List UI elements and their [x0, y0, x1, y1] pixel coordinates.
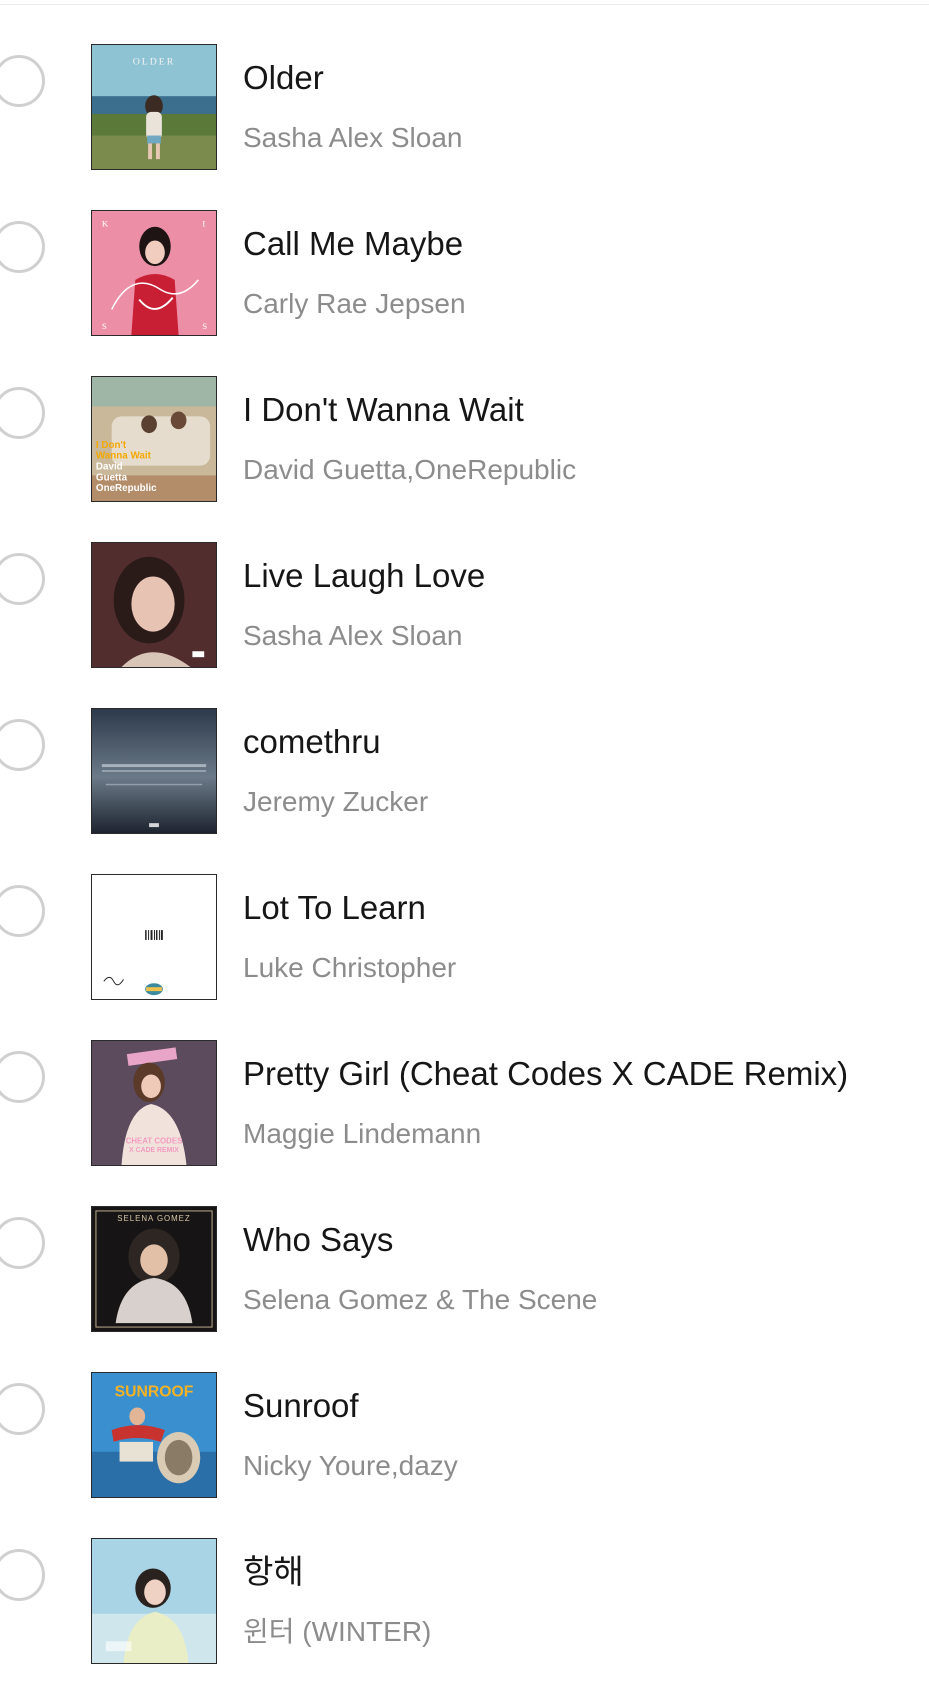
song-row-call-me-maybe[interactable]: K I S S Call Me Maybe Carly Rae Jepsen — [0, 166, 929, 336]
song-row-lot-to-learn[interactable]: Lot To Learn Luke Christopher — [0, 830, 929, 1000]
select-radio[interactable] — [0, 1549, 45, 1601]
song-artist: Sasha Alex Sloan — [243, 620, 463, 651]
select-radio[interactable] — [0, 221, 45, 273]
album-cover-comethru-icon — [91, 708, 217, 834]
select-radio[interactable] — [0, 553, 45, 605]
svg-text:SELENA GOMEZ: SELENA GOMEZ — [117, 1214, 190, 1223]
select-radio[interactable] — [0, 1217, 45, 1269]
album-cover-sunroof-icon: SUNROOF — [91, 1372, 217, 1498]
song-artist: Maggie Lindemann — [243, 1118, 482, 1149]
album-cover-live-laugh-love-icon — [91, 542, 217, 668]
album-cover-hanghae-icon — [91, 1538, 217, 1664]
album-cover-i-dont-wanna-wait-icon: I Don't Wanna Wait David Guetta OneRepub… — [91, 376, 217, 502]
album-cover-lot-to-learn-icon — [91, 874, 217, 1000]
song-artist: Nicky Youre,dazy — [243, 1450, 458, 1481]
svg-text:Guetta: Guetta — [96, 472, 128, 483]
song-row-pretty-girl[interactable]: CHEAT CODES X CADE REMIX Pretty Girl (Ch… — [0, 996, 929, 1166]
song-title: Sunroof — [243, 1387, 359, 1424]
song-title: Pretty Girl (Cheat Codes X CADE Remix) — [243, 1055, 849, 1092]
song-title: comethru — [243, 723, 381, 760]
song-row-i-dont-wanna-wait[interactable]: I Don't Wanna Wait David Guetta OneRepub… — [0, 332, 929, 502]
song-artist: Luke Christopher — [243, 952, 457, 983]
select-radio[interactable] — [0, 1051, 45, 1103]
svg-text:X CADE REMIX: X CADE REMIX — [129, 1147, 179, 1154]
select-radio[interactable] — [0, 55, 45, 107]
svg-text:CHEAT CODES: CHEAT CODES — [126, 1136, 183, 1145]
svg-text:K: K — [102, 219, 109, 229]
svg-text:S: S — [202, 321, 207, 331]
select-radio[interactable] — [0, 387, 45, 439]
svg-text:SUNROOF: SUNROOF — [115, 1384, 194, 1401]
song-title: Lot To Learn — [243, 889, 426, 926]
song-row-who-says[interactable]: SELENA GOMEZ Who Says Selena Gomez & The… — [0, 1162, 929, 1332]
album-cover-kiss-icon: K I S S — [91, 210, 217, 336]
album-cover-older-icon: OLDER — [91, 44, 217, 170]
svg-text:Wanna Wait: Wanna Wait — [96, 451, 152, 462]
song-artist: David Guetta,OneRepublic — [243, 454, 577, 485]
song-title: Live Laugh Love — [243, 557, 486, 594]
song-title: 항해 — [243, 1553, 304, 1590]
song-row-hanghae[interactable]: 항해 윈터 (WINTER) — [0, 1494, 929, 1664]
select-radio[interactable] — [0, 719, 45, 771]
select-radio[interactable] — [0, 1383, 45, 1435]
song-artist: 윈터 (WINTER) — [243, 1616, 432, 1647]
song-artist: Carly Rae Jepsen — [243, 288, 466, 319]
svg-text:OneRepublic: OneRepublic — [96, 483, 157, 494]
svg-text:David: David — [96, 462, 123, 473]
song-row-live-laugh-love[interactable]: Live Laugh Love Sasha Alex Sloan — [0, 498, 929, 668]
song-title: Who Says — [243, 1221, 394, 1258]
svg-text:I: I — [202, 219, 205, 229]
song-artist: Jeremy Zucker — [243, 786, 429, 817]
album-cover-who-says-icon: SELENA GOMEZ — [91, 1206, 217, 1332]
song-title: I Don't Wanna Wait — [243, 391, 524, 428]
svg-text:S: S — [102, 321, 107, 331]
song-row-comethru[interactable]: comethru Jeremy Zucker — [0, 664, 929, 834]
song-row-older[interactable]: OLDER Older Sasha Alex Sloan — [0, 0, 929, 170]
svg-text:I Don't: I Don't — [96, 440, 127, 451]
song-row-sunroof[interactable]: SUNROOF Sunroof Nicky Youre,dazy — [0, 1328, 929, 1498]
album-cover-pretty-girl-icon: CHEAT CODES X CADE REMIX — [91, 1040, 217, 1166]
cover-text: OLDER — [133, 57, 176, 68]
select-radio[interactable] — [0, 885, 45, 937]
song-title: Older — [243, 59, 324, 96]
song-artist: Selena Gomez & The Scene — [243, 1284, 598, 1315]
song-artist: Sasha Alex Sloan — [243, 122, 463, 153]
song-title: Call Me Maybe — [243, 225, 464, 262]
